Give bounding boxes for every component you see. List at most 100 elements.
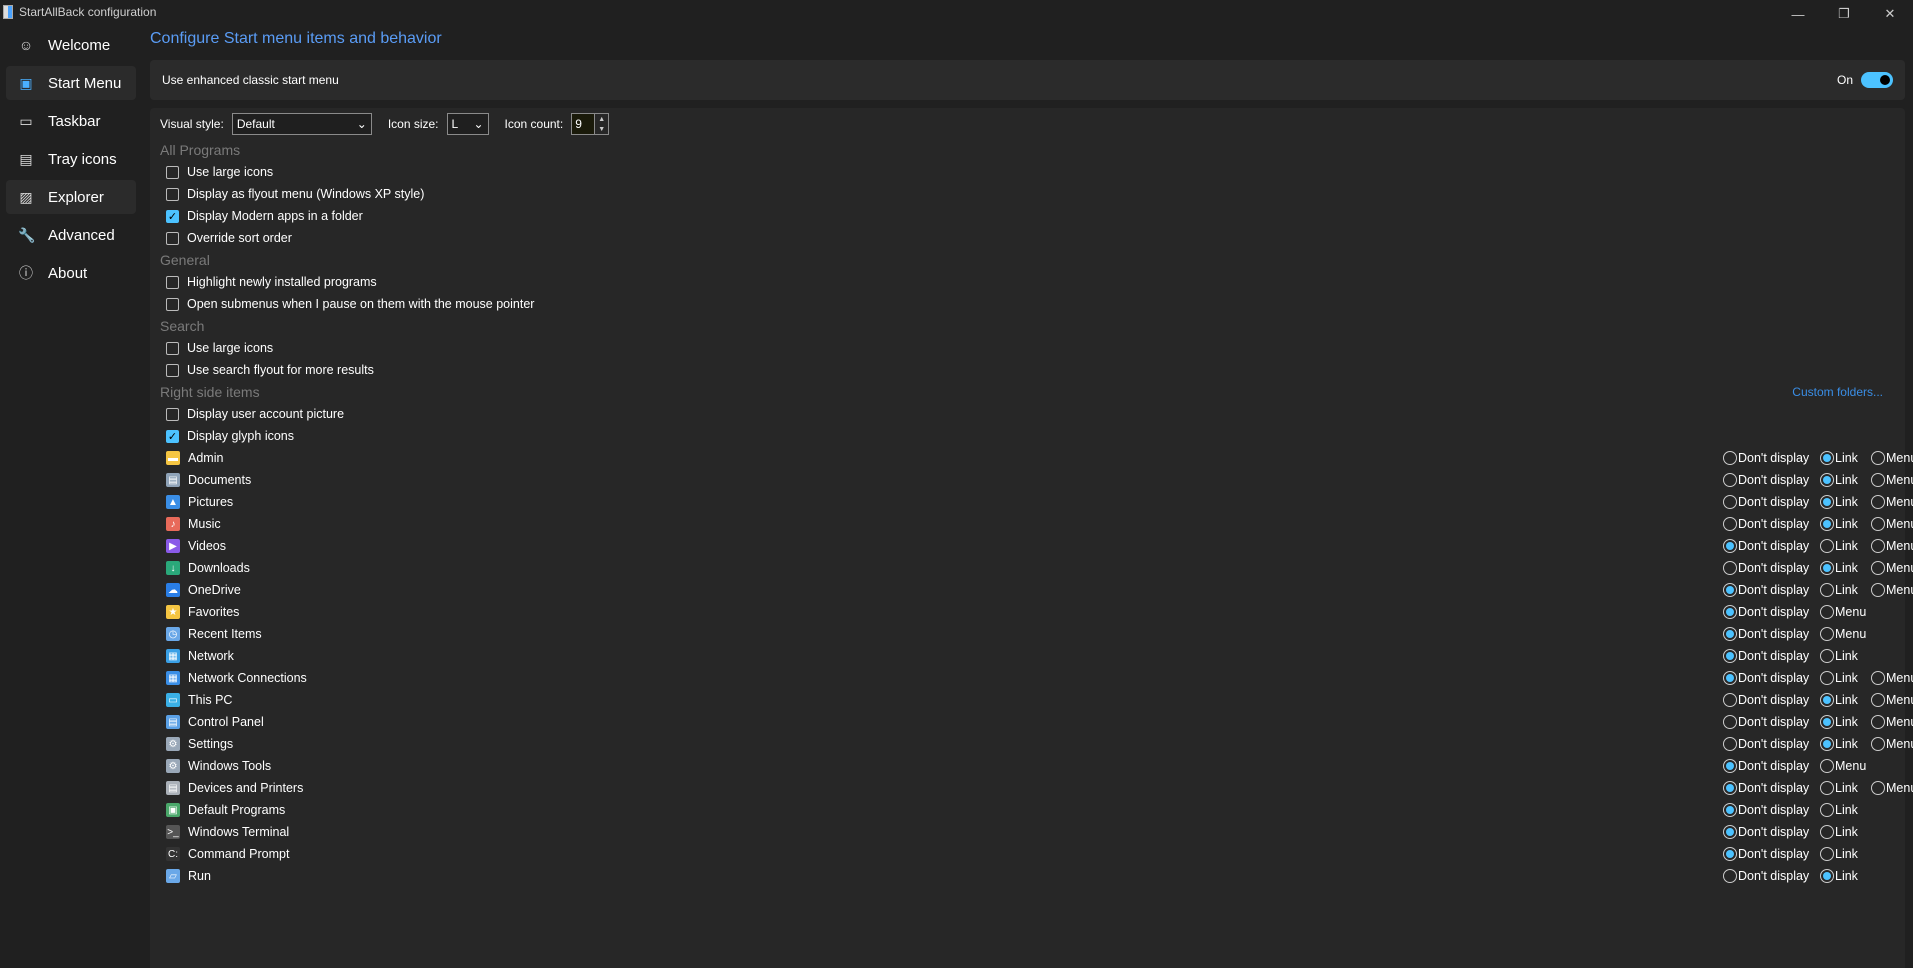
checkbox[interactable]: ✓ xyxy=(166,429,179,443)
sidebar-item-welcome[interactable]: ☺ Welcome xyxy=(6,28,136,62)
radio-menu[interactable]: Menu xyxy=(1871,561,1913,575)
radio-don-t-display[interactable]: Don't display xyxy=(1723,781,1814,795)
radio-button[interactable] xyxy=(1820,649,1834,663)
radio-don-t-display[interactable]: Don't display xyxy=(1723,561,1814,575)
radio-button[interactable] xyxy=(1723,847,1737,861)
radio-button[interactable] xyxy=(1723,759,1737,773)
radio-button[interactable] xyxy=(1820,517,1834,531)
radio-button[interactable] xyxy=(1820,539,1834,553)
checkbox[interactable] xyxy=(166,231,179,245)
radio-button[interactable] xyxy=(1820,737,1834,751)
radio-button[interactable] xyxy=(1820,605,1834,619)
sidebar-item-start-menu[interactable]: ▣ Start Menu xyxy=(6,66,136,100)
radio-link[interactable]: Link xyxy=(1820,495,1865,509)
radio-button[interactable] xyxy=(1723,583,1737,597)
radio-menu[interactable]: Menu xyxy=(1871,693,1913,707)
radio-button[interactable] xyxy=(1820,869,1834,883)
radio-button[interactable] xyxy=(1871,495,1885,509)
radio-link[interactable]: Link xyxy=(1820,583,1865,597)
icon-count-input[interactable]: 9 xyxy=(572,114,595,134)
checkbox-option[interactable]: ✓ Display glyph icons xyxy=(160,425,1895,447)
radio-button[interactable] xyxy=(1723,737,1737,751)
custom-folders-link[interactable]: Custom folders... xyxy=(1792,385,1883,399)
radio-button[interactable] xyxy=(1871,561,1885,575)
radio-button[interactable] xyxy=(1820,715,1834,729)
radio-menu[interactable]: Menu xyxy=(1871,715,1913,729)
checkbox-option[interactable]: Use large icons xyxy=(160,337,1895,359)
radio-button[interactable] xyxy=(1723,539,1737,553)
radio-don-t-display[interactable]: Don't display xyxy=(1723,583,1814,597)
radio-button[interactable] xyxy=(1871,693,1885,707)
checkbox[interactable]: ✓ xyxy=(166,209,179,223)
sidebar-item-about[interactable]: ⓘ About xyxy=(6,256,136,290)
radio-don-t-display[interactable]: Don't display xyxy=(1723,627,1814,641)
radio-link[interactable]: Link xyxy=(1820,737,1865,751)
radio-link[interactable]: Link xyxy=(1820,561,1865,575)
radio-button[interactable] xyxy=(1723,869,1737,883)
radio-link[interactable]: Link xyxy=(1820,715,1865,729)
radio-link[interactable]: Link xyxy=(1820,649,1858,663)
radio-button[interactable] xyxy=(1871,781,1885,795)
checkbox-option[interactable]: Override sort order xyxy=(160,227,1895,249)
radio-menu[interactable]: Menu xyxy=(1871,671,1913,685)
radio-don-t-display[interactable]: Don't display xyxy=(1723,803,1814,817)
radio-don-t-display[interactable]: Don't display xyxy=(1723,737,1814,751)
checkbox-option[interactable]: Open submenus when I pause on them with … xyxy=(160,293,1895,315)
radio-link[interactable]: Link xyxy=(1820,451,1865,465)
radio-don-t-display[interactable]: Don't display xyxy=(1723,671,1814,685)
radio-button[interactable] xyxy=(1723,627,1737,641)
checkbox-option[interactable]: Display as flyout menu (Windows XP style… xyxy=(160,183,1895,205)
radio-button[interactable] xyxy=(1871,671,1885,685)
radio-link[interactable]: Link xyxy=(1820,847,1858,861)
radio-button[interactable] xyxy=(1723,715,1737,729)
radio-button[interactable] xyxy=(1723,825,1737,839)
enhanced-menu-toggle[interactable] xyxy=(1861,72,1893,88)
radio-menu[interactable]: Menu xyxy=(1871,451,1913,465)
radio-link[interactable]: Link xyxy=(1820,517,1865,531)
radio-don-t-display[interactable]: Don't display xyxy=(1723,473,1814,487)
radio-link[interactable]: Link xyxy=(1820,781,1865,795)
arrow-up-icon[interactable]: ▲ xyxy=(598,116,605,123)
checkbox[interactable] xyxy=(166,165,179,179)
radio-button[interactable] xyxy=(1723,803,1737,817)
icon-size-select[interactable]: L ⌄ xyxy=(446,113,489,135)
checkbox[interactable] xyxy=(166,363,179,377)
radio-button[interactable] xyxy=(1723,693,1737,707)
radio-menu[interactable]: Menu xyxy=(1871,495,1913,509)
radio-don-t-display[interactable]: Don't display xyxy=(1723,715,1814,729)
radio-menu[interactable]: Menu xyxy=(1871,583,1913,597)
checkbox[interactable] xyxy=(166,297,179,311)
radio-button[interactable] xyxy=(1871,715,1885,729)
radio-button[interactable] xyxy=(1820,693,1834,707)
radio-button[interactable] xyxy=(1871,539,1885,553)
radio-don-t-display[interactable]: Don't display xyxy=(1723,759,1814,773)
radio-button[interactable] xyxy=(1871,517,1885,531)
sidebar-item-tray-icons[interactable]: ▤ Tray icons xyxy=(6,142,136,176)
radio-don-t-display[interactable]: Don't display xyxy=(1723,825,1814,839)
radio-menu[interactable]: Menu xyxy=(1820,605,1866,619)
radio-menu[interactable]: Menu xyxy=(1871,517,1913,531)
radio-button[interactable] xyxy=(1723,671,1737,685)
radio-button[interactable] xyxy=(1820,473,1834,487)
checkbox-option[interactable]: Use search flyout for more results xyxy=(160,359,1895,381)
radio-button[interactable] xyxy=(1820,671,1834,685)
radio-button[interactable] xyxy=(1723,781,1737,795)
checkbox[interactable] xyxy=(166,407,179,421)
radio-link[interactable]: Link xyxy=(1820,671,1865,685)
radio-don-t-display[interactable]: Don't display xyxy=(1723,847,1814,861)
radio-button[interactable] xyxy=(1820,759,1834,773)
radio-link[interactable]: Link xyxy=(1820,473,1865,487)
radio-menu[interactable]: Menu xyxy=(1820,759,1866,773)
radio-menu[interactable]: Menu xyxy=(1820,627,1866,641)
radio-menu[interactable]: Menu xyxy=(1871,539,1913,553)
checkbox-option[interactable]: Highlight newly installed programs xyxy=(160,271,1895,293)
radio-button[interactable] xyxy=(1820,561,1834,575)
checkbox[interactable] xyxy=(166,275,179,289)
radio-don-t-display[interactable]: Don't display xyxy=(1723,495,1814,509)
radio-don-t-display[interactable]: Don't display xyxy=(1723,649,1814,663)
radio-button[interactable] xyxy=(1723,451,1737,465)
radio-button[interactable] xyxy=(1820,583,1834,597)
radio-button[interactable] xyxy=(1723,605,1737,619)
radio-link[interactable]: Link xyxy=(1820,803,1858,817)
arrow-down-icon[interactable]: ▼ xyxy=(598,126,605,133)
